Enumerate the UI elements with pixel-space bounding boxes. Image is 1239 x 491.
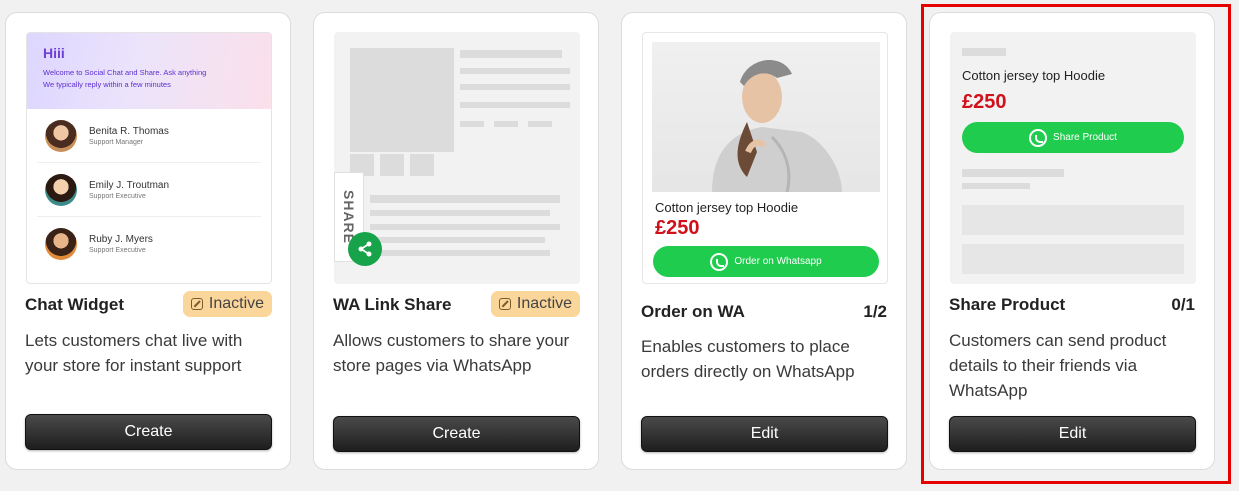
wa-link-share-card: SHARE WA Link Share Inactive Allows cust… xyxy=(313,12,599,470)
share-icon xyxy=(348,232,382,266)
card-description: Lets customers chat live with your store… xyxy=(25,331,243,375)
whatsapp-icon xyxy=(1029,128,1048,147)
wa-link-share-preview: SHARE xyxy=(334,32,580,284)
chat-widget-preview: Hiii Welcome to Social Chat and Share. A… xyxy=(26,32,272,284)
chat-reply-line: We typically reply within a few minutes xyxy=(43,80,171,89)
agent-role: Support Executive xyxy=(89,247,146,254)
share-product-card: Cotton jersey top Hoodie £250 Share Prod… xyxy=(929,12,1215,470)
placeholder-line xyxy=(370,195,560,203)
agent-item: Benita R. Thomas Support Manager xyxy=(37,109,261,163)
placeholder-line xyxy=(460,84,570,90)
placeholder-thumb xyxy=(410,154,434,176)
placeholder-line xyxy=(370,210,550,216)
chat-widget-card: Hiii Welcome to Social Chat and Share. A… xyxy=(5,12,291,470)
status-badge-label: Inactive xyxy=(516,295,573,312)
product-title: Cotton jersey top Hoodie xyxy=(655,200,799,215)
card-description: Customers can send product details to th… xyxy=(949,331,1167,400)
product-price: £250 xyxy=(655,217,700,239)
placeholder-line xyxy=(962,169,1064,177)
card-title: Share Product xyxy=(949,295,1066,314)
agent-item: Emily J. Troutman Support Executive xyxy=(37,163,261,217)
product-image xyxy=(652,42,880,192)
agent-name: Emily J. Troutman xyxy=(89,179,170,191)
share-product-button: Share Product xyxy=(962,122,1184,153)
whatsapp-icon xyxy=(710,252,729,271)
order-on-whatsapp-button: Order on Whatsapp xyxy=(653,246,879,277)
create-button[interactable]: Create xyxy=(25,414,272,450)
card-title: WA Link Share xyxy=(333,295,452,314)
placeholder-block xyxy=(962,205,1184,235)
agent-role: Support Manager xyxy=(89,138,144,146)
inactive-icon xyxy=(498,298,511,310)
agent-role: Support Executive xyxy=(89,192,146,200)
order-on-wa-card: Cotton jersey top Hoodie £250 Order on W… xyxy=(621,12,907,470)
placeholder-line xyxy=(962,48,1006,56)
agent-name: Ruby J. Myers xyxy=(89,234,153,245)
status-badge: Inactive xyxy=(491,291,580,317)
placeholder-line xyxy=(370,224,560,230)
avatar xyxy=(45,228,77,260)
card-description: Allows customers to share your store pag… xyxy=(333,331,570,375)
agent-item: Ruby J. Myers Support Executive xyxy=(37,217,261,271)
edit-button[interactable]: Edit xyxy=(949,416,1196,452)
card-title: Chat Widget xyxy=(25,295,125,314)
order-on-whatsapp-label: Order on Whatsapp xyxy=(734,256,822,267)
placeholder-line xyxy=(528,121,552,127)
placeholder-line xyxy=(460,50,562,58)
card-description: Enables customers to place orders direct… xyxy=(641,337,855,381)
avatar xyxy=(45,173,77,206)
agent-name: Benita R. Thomas xyxy=(89,125,169,137)
status-badge-label: Inactive xyxy=(208,295,265,312)
placeholder-line xyxy=(460,68,570,74)
chat-greeting: Hiii xyxy=(43,45,65,61)
placeholder-line xyxy=(460,102,570,108)
share-product-label: Share Product xyxy=(1053,132,1117,143)
chat-welcome-line: Welcome to Social Chat and Share. Ask an… xyxy=(43,68,207,77)
card-title: Order on WA xyxy=(641,302,745,321)
placeholder-line xyxy=(962,183,1030,189)
edit-button[interactable]: Edit xyxy=(641,416,888,452)
placeholder-block xyxy=(962,244,1184,274)
product-price: £250 xyxy=(962,91,1007,113)
avatar xyxy=(45,119,77,152)
order-on-wa-preview: Cotton jersey top Hoodie £250 Order on W… xyxy=(642,32,888,284)
placeholder-line xyxy=(370,237,545,243)
placeholder-line xyxy=(494,121,518,127)
usage-count: 0/1 xyxy=(1171,295,1195,314)
placeholder-image xyxy=(350,48,454,152)
inactive-icon xyxy=(190,298,203,310)
placeholder-line xyxy=(370,250,550,256)
create-button[interactable]: Create xyxy=(333,416,580,452)
product-title: Cotton jersey top Hoodie xyxy=(962,68,1106,83)
usage-count: 1/2 xyxy=(863,302,887,321)
share-product-preview: Cotton jersey top Hoodie £250 Share Prod… xyxy=(950,32,1196,284)
chat-header: Hiii Welcome to Social Chat and Share. A… xyxy=(27,33,271,109)
status-badge: Inactive xyxy=(183,291,272,317)
placeholder-thumb xyxy=(380,154,404,176)
placeholder-line xyxy=(460,121,484,127)
